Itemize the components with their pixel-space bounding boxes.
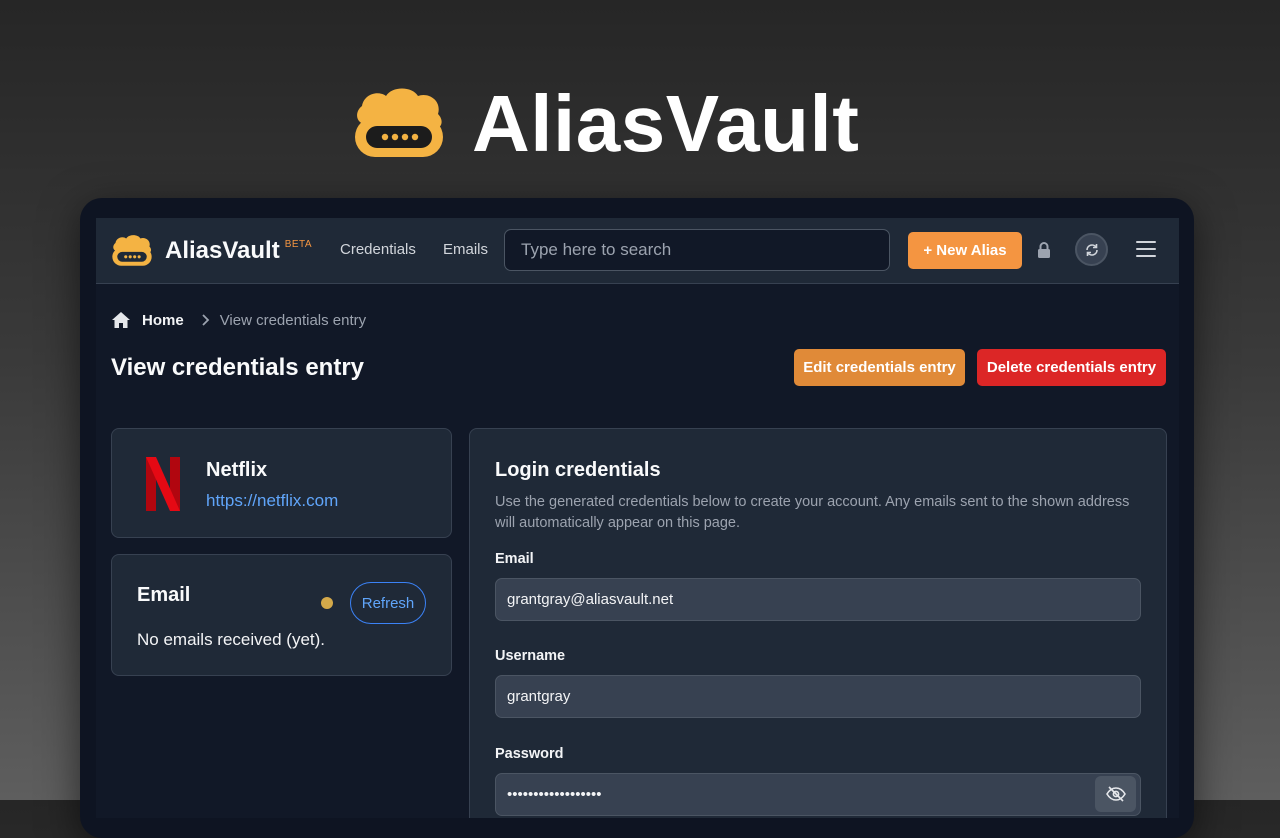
brand-link[interactable]: AliasVault BETA [111, 233, 312, 269]
breadcrumb-home-link[interactable]: Home [142, 312, 184, 329]
email-field-label: Email [495, 551, 534, 567]
aliasvault-logo-icon [355, 88, 443, 157]
service-url-link[interactable]: https://netflix.com [206, 491, 338, 511]
top-navbar: AliasVault BETA Credentials Emails + New… [96, 218, 1179, 284]
nav-emails-link[interactable]: Emails [443, 241, 488, 258]
device-frame: AliasVault BETA Credentials Emails + New… [80, 198, 1194, 838]
page-title: View credentials entry [111, 354, 365, 381]
edit-credentials-button[interactable]: Edit credentials entry [794, 349, 965, 386]
delete-credentials-button[interactable]: Delete credentials entry [977, 349, 1166, 386]
breadcrumb-current: View credentials entry [219, 311, 367, 329]
password-field[interactable] [495, 773, 1141, 816]
sync-icon [1085, 243, 1098, 256]
refresh-button[interactable]: Refresh [350, 582, 426, 624]
status-indicator [321, 597, 333, 609]
email-card: Email Refresh No emails received (yet). [111, 554, 452, 676]
search-input[interactable] [504, 229, 890, 271]
sync-button[interactable] [1075, 233, 1108, 266]
breadcrumb: Home View credentials entry [111, 310, 366, 330]
chevron-right-icon [202, 314, 209, 326]
brand-name: AliasVault [165, 237, 280, 264]
service-name: Netflix [206, 459, 268, 481]
nav-credentials-link[interactable]: Credentials [340, 241, 416, 258]
hero-banner: AliasVault [352, 78, 859, 170]
new-alias-button[interactable]: + New Alias [908, 232, 1022, 269]
login-credentials-card: Login credentials Use the generated cred… [469, 428, 1167, 818]
username-field[interactable] [495, 675, 1141, 718]
hamburger-menu-icon[interactable] [1136, 240, 1156, 258]
service-card: Netflix https://netflix.com [111, 428, 452, 538]
app-screen: AliasVault BETA Credentials Emails + New… [96, 218, 1179, 818]
login-description: Use the generated credentials below to c… [495, 494, 1130, 531]
netflix-logo-icon [146, 457, 180, 511]
aliasvault-logo-icon [112, 235, 152, 266]
login-title: Login credentials [495, 459, 661, 481]
username-field-label: Username [495, 648, 566, 664]
toggle-password-button[interactable] [1095, 776, 1136, 812]
email-field[interactable] [495, 578, 1141, 621]
hero-title: AliasVault [472, 79, 860, 168]
beta-badge: BETA [284, 239, 313, 250]
email-card-title: Email [137, 584, 191, 606]
lock-icon[interactable] [1037, 242, 1051, 258]
home-icon[interactable] [111, 310, 131, 330]
password-field-label: Password [495, 746, 564, 762]
empty-emails-text: No emails received (yet). [137, 630, 326, 649]
